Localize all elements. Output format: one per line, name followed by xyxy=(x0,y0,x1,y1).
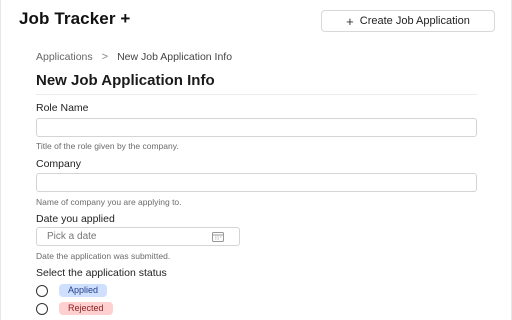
status-label: Select the application status xyxy=(36,267,167,279)
create-button-label: Create Job Application xyxy=(359,15,470,27)
date-placeholder: Pick a date xyxy=(47,231,97,242)
company-input[interactable] xyxy=(36,173,477,192)
app-title: Job Tracker + xyxy=(19,9,131,28)
breadcrumb-applications-link[interactable]: Applications xyxy=(36,51,93,63)
status-applied-radio[interactable] xyxy=(36,284,48,297)
breadcrumb: Applications > New Job Application Info xyxy=(36,51,232,63)
breadcrumb-current: New Job Application Info xyxy=(117,51,233,63)
plus-icon: + xyxy=(346,13,354,29)
app-window: Job Tracker + + Create Job Application A… xyxy=(0,0,512,320)
breadcrumb-separator: > xyxy=(101,51,109,63)
status-rejected-radio[interactable] xyxy=(36,302,48,315)
status-option-rejected[interactable]: Rejected xyxy=(36,302,113,315)
top-bar: Job Tracker + + Create Job Application xyxy=(1,0,511,44)
role-name-input[interactable] xyxy=(36,118,477,137)
date-applied-label: Date you applied xyxy=(36,213,115,225)
role-name-help: Title of the role given by the company. xyxy=(36,141,179,151)
page-title: New Job Application Info xyxy=(36,72,215,89)
calendar-icon xyxy=(212,231,224,242)
role-name-label: Role Name xyxy=(36,102,89,114)
create-job-application-button[interactable]: + Create Job Application xyxy=(321,10,495,32)
status-applied-badge: Applied xyxy=(59,284,108,297)
status-option-applied[interactable]: Applied xyxy=(36,284,108,297)
date-picker-input[interactable]: Pick a date xyxy=(36,227,240,246)
date-help: Date the application was submitted. xyxy=(36,251,171,261)
status-rejected-badge: Rejected xyxy=(59,302,113,315)
company-label: Company xyxy=(36,158,81,170)
title-divider xyxy=(36,94,477,95)
company-help: Name of company you are applying to. xyxy=(36,197,182,207)
